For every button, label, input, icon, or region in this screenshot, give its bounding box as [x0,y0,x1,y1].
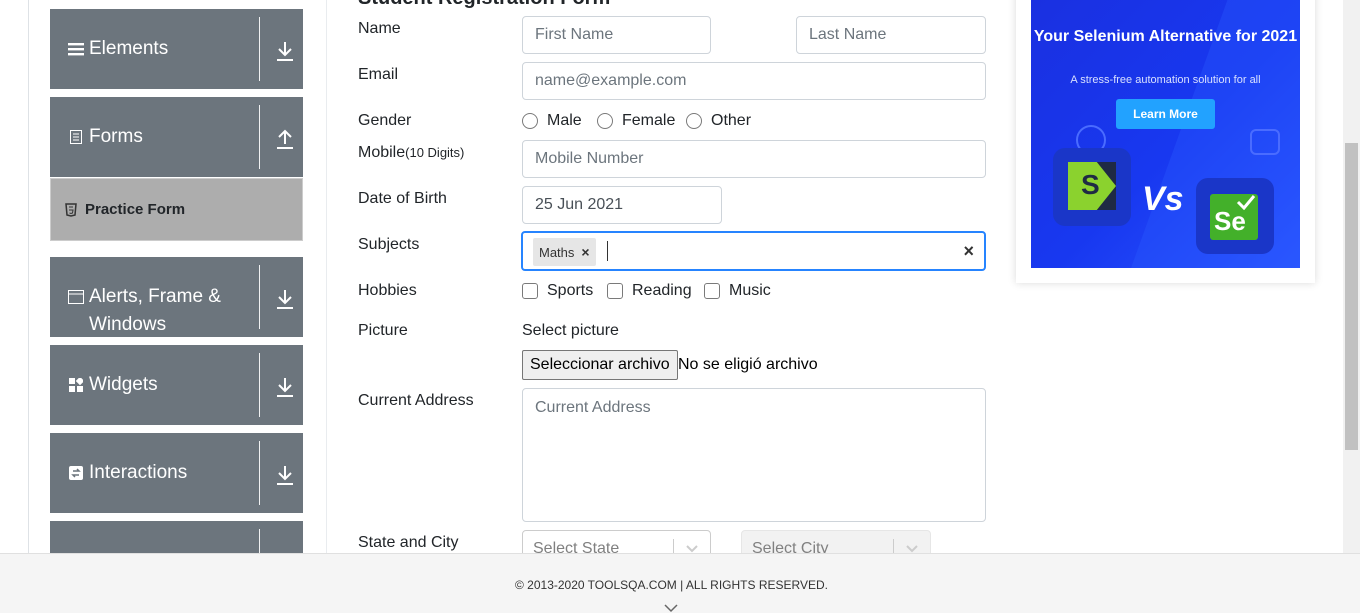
email-label: Email [358,66,399,83]
checkmark-icon [1236,195,1256,210]
current-address-textarea[interactable]: Current Address [522,388,986,522]
gender-radio-other[interactable]: Other [686,112,751,130]
subjects-label: Subjects [358,236,420,253]
radio-button[interactable] [597,113,613,129]
gender-label: Gender [358,112,412,129]
first-name-input[interactable]: First Name [522,16,711,54]
sidebar-group-widgets[interactable]: Widgets [50,345,303,425]
vs-text: Vs [1142,180,1184,218]
sidebar-divider [326,0,327,553]
last-name-input[interactable]: Last Name [796,16,986,54]
picture-label: Picture [358,322,408,339]
sidebar-group-label: Alerts, Frame & Windows [89,286,221,335]
subjects-input[interactable]: Maths × × [521,231,986,271]
mobile-label: Mobile(10 Digits) [358,144,464,162]
copyright-text: © 2013-2020 TOOLSQA.COM | ALL RIGHTS RES… [515,578,828,592]
address-label: Current Address [358,392,474,409]
footer: © 2013-2020 TOOLSQA.COM | ALL RIGHTS RES… [0,553,1360,613]
mobile-label-text: Mobile [358,144,406,161]
state-city-label: State and City [358,534,459,551]
clear-icon[interactable]: × [963,241,974,261]
checkbox[interactable] [704,283,720,299]
divider [259,265,260,329]
chip-remove-icon[interactable]: × [574,238,596,266]
divider [259,105,260,169]
file-status: No se eligió archivo [678,356,818,373]
gender-radio-female[interactable]: Female [597,112,675,130]
document-icon [67,128,85,146]
hobby-checkbox-music[interactable]: Music [704,282,771,300]
hobbies-label: Hobbies [358,282,417,299]
checkbox-label: Sports [547,282,594,299]
sidebar-group-label: Elements [89,38,169,59]
text-caret [607,241,608,261]
divider [259,529,260,553]
sidebar-group-label: Interactions [89,462,188,483]
subject-chip: Maths × [533,238,597,266]
radio-button[interactable] [686,113,702,129]
download-arrow-icon[interactable] [274,463,296,487]
chip-label: Maths [539,244,575,260]
hobby-checkbox-reading[interactable]: Reading [607,282,692,300]
name-label: Name [358,20,401,37]
form-title: Student Registration Form [358,0,610,10]
download-arrow-icon[interactable] [274,375,296,399]
scrollbar[interactable] [1343,0,1360,553]
html-icon [65,203,79,217]
sidebar-group-interactions[interactable]: Interactions [50,433,303,513]
radio-label: Male [547,112,582,129]
dob-label: Date of Birth [358,190,447,207]
interactions-icon [67,464,85,482]
download-arrow-icon[interactable] [274,287,296,311]
select-picture-text: Select picture [522,322,619,339]
learn-more-button[interactable]: Learn More [1116,99,1215,129]
hobby-checkbox-sports[interactable]: Sports [522,282,593,300]
sidebar-group-label: Forms [89,126,143,147]
left-divider [28,0,29,553]
upload-arrow-icon[interactable] [274,127,296,151]
sidebar-group-label: Widgets [89,374,158,395]
sidebar-group-alerts[interactable]: Alerts, Frame & Windows [50,257,303,337]
katalon-logo: S [1053,148,1131,226]
sidebar-item-label: Practice Form [85,201,186,218]
email-input[interactable]: name@example.com [522,62,986,100]
radio-button[interactable] [522,113,538,129]
sidebar-group-elements[interactable]: Elements [50,9,303,89]
divider [259,441,260,505]
checkbox[interactable] [607,283,623,299]
scrollbar-thumb[interactable] [1345,143,1358,450]
divider [259,353,260,417]
gender-radio-male[interactable]: Male [522,112,582,130]
choose-file-button[interactable]: Seleccionar archivo [522,350,678,380]
window-icon [67,288,85,306]
mobile-input[interactable]: Mobile Number [522,140,986,178]
mobile-hint: (10 Digits) [405,145,465,160]
sidebar-item-practice-form[interactable]: Practice Form [50,178,303,241]
selenium-letters: Se [1214,206,1246,236]
checkbox[interactable] [522,283,538,299]
widgets-icon [67,376,85,394]
download-arrow-icon[interactable] [274,39,296,63]
sidebar-group-forms[interactable]: Forms [50,97,303,177]
menu-icon [67,40,85,58]
radio-label: Other [711,112,752,129]
checkbox-label: Reading [632,282,692,299]
ad-title: Your Selenium Alternative for 2021 [1033,28,1298,45]
chevron-down-icon[interactable] [664,600,678,613]
page: Elements Forms Practice Form Alerts, Fra… [0,0,1360,613]
ad-banner[interactable]: Your Selenium Alternative for 2021 A str… [1031,0,1300,268]
checkbox-label: Music [729,282,771,299]
divider [259,17,260,81]
selenium-logo: Se [1196,178,1274,254]
ad-subtitle: A stress-free automation solution for al… [1070,74,1261,86]
sidebar-group-partial[interactable] [50,521,303,553]
dob-input[interactable]: 25 Jun 2021 [522,186,722,224]
katalon-letter: S [1081,169,1100,200]
radio-label: Female [622,112,676,129]
